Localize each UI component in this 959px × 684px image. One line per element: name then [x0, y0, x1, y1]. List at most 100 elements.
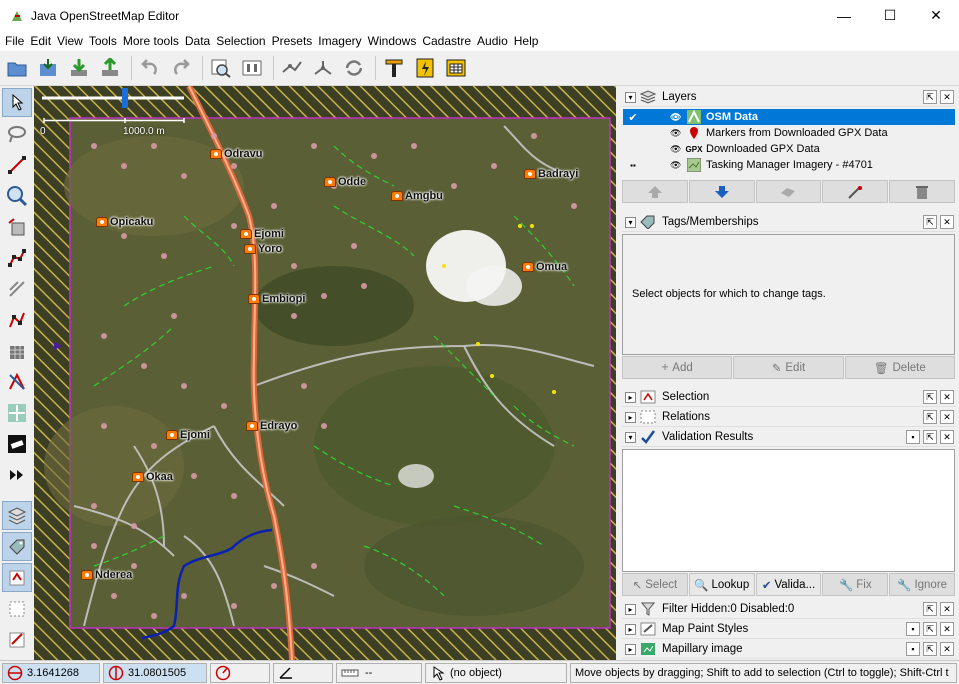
- place-marker[interactable]: Odravu: [210, 148, 263, 160]
- place-marker[interactable]: Embiopi: [248, 293, 305, 305]
- lasso-mode-icon[interactable]: [2, 119, 32, 148]
- close-panel-icon[interactable]: ✕: [940, 90, 954, 104]
- selection-panel-header[interactable]: ▸ Selection ⇱ ✕: [622, 388, 956, 407]
- expand-toggle-icon[interactable]: ▸: [625, 623, 636, 635]
- menu-audio[interactable]: Audio: [474, 34, 511, 48]
- validation-lookup-button[interactable]: 🔍 Lookup: [688, 573, 755, 596]
- zoom-mode-icon[interactable]: [2, 181, 32, 210]
- place-marker[interactable]: Odde: [324, 176, 366, 188]
- panel-settings-icon[interactable]: ▪: [906, 430, 920, 444]
- delete-mode-icon[interactable]: [2, 212, 32, 241]
- rectangle-tool-icon[interactable]: [2, 429, 32, 458]
- open-file-icon[interactable]: [3, 54, 31, 82]
- upload-data-icon[interactable]: [96, 54, 124, 82]
- toggle-tags-icon[interactable]: [2, 532, 32, 561]
- layer-row-gpx-markers[interactable]: 👁 Markers from Downloaded GPX Data: [623, 125, 955, 141]
- place-marker[interactable]: Okaa: [132, 471, 173, 483]
- toggle-notes-icon[interactable]: [2, 625, 32, 654]
- select-mode-icon[interactable]: [2, 88, 32, 117]
- panel-settings-icon[interactable]: ▪: [906, 622, 920, 636]
- validation-ignore-button[interactable]: 🔧 Ignore: [889, 573, 955, 596]
- toggle-layers-icon[interactable]: [2, 501, 32, 530]
- close-panel-icon[interactable]: ✕: [940, 215, 954, 229]
- improve-way-icon[interactable]: [2, 243, 32, 272]
- place-marker[interactable]: Ejomi: [240, 228, 284, 240]
- collapse-toggle-icon[interactable]: ▾: [625, 431, 636, 443]
- undock-icon[interactable]: ⇱: [923, 390, 937, 404]
- panel-settings-icon[interactable]: ▪: [906, 642, 920, 656]
- menu-imagery[interactable]: Imagery: [315, 34, 364, 48]
- download-data-icon[interactable]: [65, 54, 93, 82]
- menu-selection[interactable]: Selection: [213, 34, 268, 48]
- calendar-grid-icon[interactable]: [442, 54, 470, 82]
- close-button[interactable]: ✕: [913, 0, 959, 31]
- menu-view[interactable]: View: [54, 34, 86, 48]
- place-marker[interactable]: Omua: [522, 261, 567, 273]
- preferences-icon[interactable]: [238, 54, 266, 82]
- undock-icon[interactable]: ⇱: [923, 410, 937, 424]
- move-up-icon[interactable]: [622, 180, 688, 203]
- visibility-eye-icon[interactable]: 👁: [670, 112, 682, 123]
- undock-icon[interactable]: ⇱: [923, 215, 937, 229]
- filter-panel-header[interactable]: ▸ Filter Hidden:0 Disabled:0 ⇱ ✕: [622, 600, 956, 619]
- close-panel-icon[interactable]: ✕: [940, 642, 954, 656]
- zoom-to-data-icon[interactable]: [207, 54, 235, 82]
- validation-fix-button[interactable]: 🔧 Fix: [822, 573, 889, 596]
- add-tag-button[interactable]: + Add: [622, 356, 733, 379]
- close-panel-icon[interactable]: ✕: [940, 602, 954, 616]
- extrude-mode-icon[interactable]: [2, 305, 32, 334]
- layer-settings-icon[interactable]: [822, 180, 889, 203]
- validation-select-button[interactable]: ↖ Select: [622, 573, 688, 596]
- expand-toggle-icon[interactable]: ▸: [625, 643, 636, 655]
- collapse-toggle-icon[interactable]: ▾: [625, 216, 636, 228]
- close-panel-icon[interactable]: ✕: [940, 390, 954, 404]
- move-arrows-icon[interactable]: [2, 398, 32, 427]
- reverse-way-icon[interactable]: [340, 54, 368, 82]
- undock-icon[interactable]: ⇱: [923, 642, 937, 656]
- merge-layer-icon[interactable]: [755, 180, 822, 203]
- place-marker[interactable]: Edrayo: [246, 420, 297, 432]
- toggle-relations-icon[interactable]: [2, 594, 32, 623]
- edit-tag-button[interactable]: ✎ Edit: [733, 356, 844, 379]
- place-marker[interactable]: Ejomi: [166, 429, 210, 441]
- undock-icon[interactable]: ⇱: [923, 602, 937, 616]
- expand-toggle-icon[interactable]: ▸: [625, 411, 636, 423]
- menu-tools[interactable]: Tools: [86, 34, 120, 48]
- layer-row-imagery[interactable]: ▪▪ 👁 Tasking Manager Imagery - #4701: [623, 157, 955, 173]
- split-way-icon[interactable]: [278, 54, 306, 82]
- maximize-button[interactable]: ☐: [867, 0, 913, 31]
- close-panel-icon[interactable]: ✕: [940, 430, 954, 444]
- minimize-button[interactable]: —: [821, 0, 867, 31]
- mapillary-panel-header[interactable]: ▸ Mapillary image ▪ ⇱ ✕: [622, 640, 956, 659]
- place-marker[interactable]: Opicaku: [96, 216, 153, 228]
- expand-toggle-icon[interactable]: ▸: [625, 603, 636, 615]
- menu-windows[interactable]: Windows: [365, 34, 420, 48]
- menu-edit[interactable]: Edit: [27, 34, 54, 48]
- menu-file[interactable]: File: [2, 34, 27, 48]
- power-edit-icon[interactable]: [411, 54, 439, 82]
- undock-icon[interactable]: ⇱: [923, 90, 937, 104]
- undock-icon[interactable]: ⇱: [923, 430, 937, 444]
- menu-presets[interactable]: Presets: [269, 34, 316, 48]
- place-marker[interactable]: Yoro: [244, 243, 282, 255]
- validation-results-list[interactable]: [622, 449, 955, 572]
- visibility-eye-icon[interactable]: 👁: [670, 160, 682, 171]
- redo-icon[interactable]: [167, 54, 195, 82]
- undo-icon[interactable]: [136, 54, 164, 82]
- collapse-toggle-icon[interactable]: ▾: [625, 91, 636, 103]
- close-panel-icon[interactable]: ✕: [940, 622, 954, 636]
- undock-icon[interactable]: ⇱: [923, 622, 937, 636]
- layer-row-osm-data[interactable]: ✔ 👁 OSM Data: [623, 109, 955, 125]
- menu-help[interactable]: Help: [511, 34, 542, 48]
- toggle-selection-icon[interactable]: [2, 563, 32, 592]
- layers-panel-header[interactable]: ▾ Layers ⇱ ✕: [622, 88, 956, 107]
- visibility-eye-icon[interactable]: 👁: [670, 144, 682, 155]
- menu-cadastre[interactable]: Cadastre: [419, 34, 474, 48]
- close-panel-icon[interactable]: ✕: [940, 410, 954, 424]
- tags-panel-header[interactable]: ▾ Tags/Memberships ⇱ ✕: [622, 213, 956, 232]
- menu-more-tools[interactable]: More tools: [120, 34, 182, 48]
- mappaint-panel-header[interactable]: ▸ Map Paint Styles ▪ ⇱ ✕: [622, 620, 956, 639]
- layer-row-gpx-data[interactable]: 👁 GPX Downloaded GPX Data: [623, 141, 955, 157]
- map-view[interactable]: 0 1000.0 m Odravu Odde Amgbu Badrayi Opi…: [34, 86, 616, 660]
- move-down-icon[interactable]: [688, 180, 755, 203]
